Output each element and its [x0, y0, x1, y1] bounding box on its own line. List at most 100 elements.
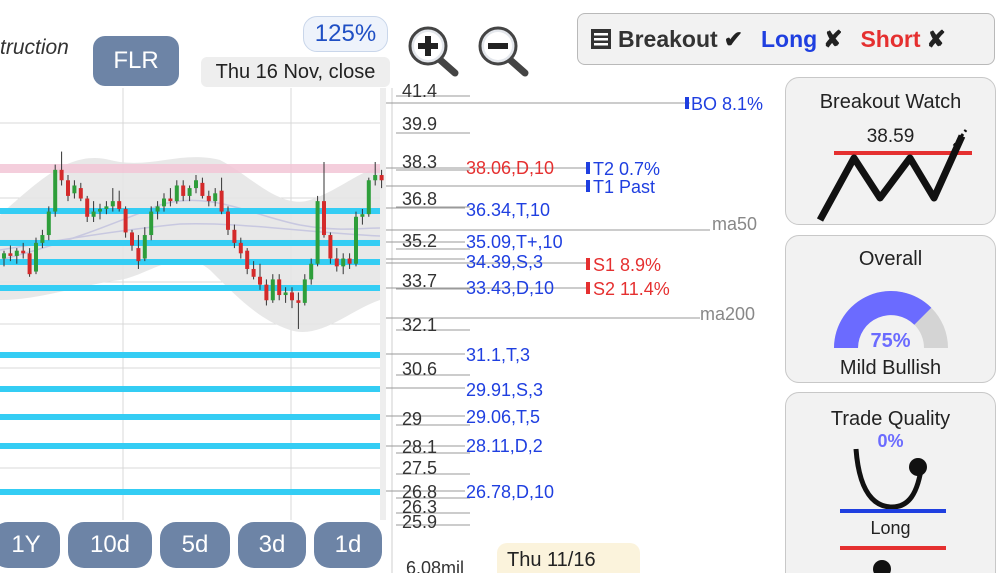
candle-body: [117, 201, 122, 209]
cross-icon: ✘: [823, 25, 843, 52]
period-selector: 1Y 10d 5d 3d 1d: [0, 522, 382, 570]
candle-body: [21, 250, 26, 254]
level-labels: 38.06,D,10 36.34,T,10 35.09,T+,10 34.39,…: [466, 158, 563, 502]
candle-body: [290, 292, 294, 301]
overall-percent: 75%: [870, 330, 911, 352]
candle-body: [66, 180, 70, 196]
level-label: 26.78,D,10: [466, 482, 554, 502]
candle-body: [78, 188, 83, 199]
candle-body: [110, 201, 115, 207]
axis-tick: 36.8: [402, 189, 437, 209]
signal-short[interactable]: Short ✘: [860, 26, 945, 53]
marker-breakout: BO 8.1%: [691, 94, 763, 114]
level-label: 35.09,T+,10: [466, 232, 563, 252]
marker-s1: S1 8.9%: [593, 255, 661, 275]
candle-body: [149, 211, 154, 236]
candle-body: [315, 201, 320, 264]
candle-body: [194, 180, 198, 189]
breakout-watch-panel[interactable]: Breakout Watch 38.59: [785, 77, 996, 225]
axis-tick: 32.1: [402, 315, 437, 335]
period-button-3d[interactable]: 3d: [238, 522, 306, 568]
candle-body: [366, 180, 371, 215]
trade-quality-panel[interactable]: Trade Quality 0% Long: [785, 392, 996, 573]
bottom-date-label: Thu 11/16: [497, 543, 640, 573]
short-pattern-icon: [840, 546, 946, 573]
axis-tick: 25.9: [402, 512, 437, 532]
price-chart[interactable]: 41.4 39.9 38.3 36.8 35.2 33.7 32.1 30.6 …: [0, 0, 780, 573]
candle-body: [72, 185, 77, 194]
candle-body: [270, 279, 275, 301]
candle-body: [302, 279, 307, 303]
period-button-10d[interactable]: 10d: [68, 522, 152, 568]
candle-body: [136, 248, 141, 262]
level-label: 29.91,S,3: [466, 380, 543, 400]
candle-body: [181, 185, 186, 196]
axis-tick: 29: [402, 409, 422, 429]
axis-tick: 38.3: [402, 152, 437, 172]
level-label: 33.43,D,10: [466, 278, 554, 298]
candle-body: [379, 175, 384, 181]
cross-icon: ✘: [926, 25, 946, 52]
level-label: 38.06,D,10: [466, 158, 554, 178]
candle-body: [130, 232, 134, 246]
axis-tick: 30.6: [402, 359, 437, 379]
overall-label: Mild Bullish: [839, 357, 942, 379]
candle-body: [200, 182, 205, 196]
candle-body: [341, 258, 346, 267]
candle-body: [309, 263, 314, 280]
period-button-5d[interactable]: 5d: [160, 522, 230, 568]
candle-body: [354, 216, 358, 264]
candle-body: [258, 276, 262, 285]
marker-s2: S2 11.4%: [593, 279, 670, 299]
level-label: 36.34,T,10: [466, 200, 550, 220]
trade-quality-label: Long: [870, 518, 911, 538]
candle-body: [104, 206, 109, 209]
candle-body: [322, 201, 326, 236]
ma50-label: ma50: [712, 214, 757, 234]
candle-body: [8, 253, 13, 256]
candle-body: [251, 268, 256, 277]
candle-body: [40, 235, 45, 243]
scale-separator: [380, 88, 386, 520]
candle-body: [373, 175, 378, 181]
candle-body: [219, 190, 224, 212]
overall-panel[interactable]: Overall 75% Mild Bullish: [785, 235, 996, 383]
candle-body: [46, 211, 51, 236]
candle-body: [360, 214, 365, 217]
signal-short-label: Short: [860, 25, 921, 52]
level-label: 34.39,S,3: [466, 252, 543, 272]
period-button-1d[interactable]: 1d: [314, 522, 382, 568]
candle-body: [347, 258, 352, 264]
candle-body: [174, 185, 179, 202]
marker-t2: T2 0.7%: [593, 159, 660, 179]
candle-body: [296, 300, 301, 303]
volume-label: 6.08mil: [406, 558, 464, 573]
candle-body: [91, 211, 96, 217]
breakout-pattern-icon: [816, 129, 972, 222]
candle-body: [213, 193, 218, 202]
candle-body: [168, 198, 173, 202]
candle-body: [245, 250, 250, 269]
target-markers: BO 8.1% T2 0.7% T1 Past S1 8.9% S2 11.4%…: [586, 94, 763, 324]
candle-body: [277, 279, 282, 296]
candle-body: [232, 229, 237, 243]
candle-body: [155, 206, 160, 212]
level-label: 29.06,T,5: [466, 407, 540, 427]
candle-body: [187, 188, 192, 196]
period-button-1y[interactable]: 1Y: [0, 522, 60, 568]
candle-body: [53, 169, 58, 212]
candle-body: [34, 242, 38, 272]
axis-tick: 39.9: [402, 114, 437, 134]
candle-body: [328, 235, 333, 259]
candle-body: [206, 195, 211, 202]
axis-tick: 28.1: [402, 437, 437, 457]
candle-body: [123, 208, 128, 233]
axis-tick: 27.5: [402, 458, 437, 478]
breakout-watch-title: Breakout Watch: [819, 91, 962, 113]
marker-t1: T1 Past: [593, 177, 655, 197]
candle-body: [14, 250, 19, 256]
level-label: 28.11,D,2: [466, 436, 543, 456]
overall-title: Overall: [858, 248, 923, 270]
price-axis: 41.4 39.9 38.3 36.8 35.2 33.7 32.1 30.6 …: [402, 81, 464, 573]
candle-body: [142, 235, 147, 259]
